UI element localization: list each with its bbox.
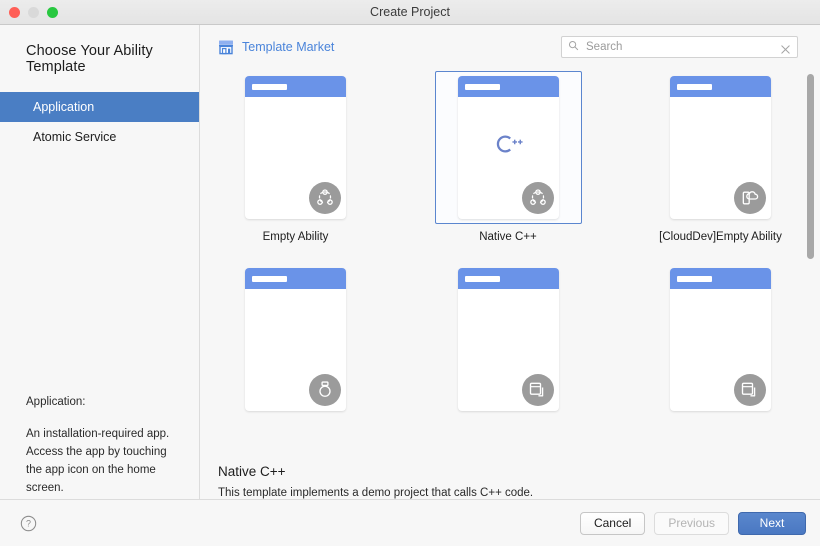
template-card-frame-5[interactable] (435, 263, 582, 416)
dialog-body: Choose Your Ability Template Application… (0, 25, 820, 499)
shop-icon (218, 39, 234, 55)
template-card[interactable] (643, 263, 798, 423)
template-card-label: Native C++ (479, 231, 537, 243)
close-icon[interactable] (780, 42, 791, 54)
thumbnail-title-placeholder (252, 275, 287, 282)
template-card[interactable]: Empty Ability (218, 71, 373, 243)
sidebar-item-application[interactable]: Application (0, 92, 199, 122)
template-card[interactable] (431, 263, 586, 423)
search-icon (568, 38, 579, 56)
template-card-label: Empty Ability (262, 231, 329, 243)
ability-template-sidebar: Choose Your Ability Template Application… (0, 25, 200, 499)
template-detail-description: This template implements a demo project … (218, 487, 534, 499)
template-thumbnail (245, 268, 346, 411)
window-title: Create Project (370, 5, 450, 19)
window-controls (0, 6, 58, 18)
svg-text:?: ? (26, 518, 31, 528)
maximize-button[interactable] (47, 6, 58, 18)
thumbnail-header (245, 76, 346, 97)
template-detail: Native C++ This template implements a de… (200, 458, 820, 499)
thumbnail-header (245, 268, 346, 289)
footer-button-group: Cancel Previous Next (579, 511, 806, 535)
clouddev-icon (734, 182, 766, 214)
thumbnail-title-placeholder (677, 83, 712, 90)
search-box[interactable] (561, 36, 798, 58)
thumbnail-header (457, 268, 559, 289)
sidebar-item-label: Application (33, 100, 95, 114)
ability-icon (309, 182, 341, 214)
thumbnail-title-placeholder (677, 275, 712, 282)
sidebar-description-title: Application: (26, 396, 86, 408)
template-thumbnail (457, 268, 559, 411)
thumbnail-title-placeholder (464, 83, 500, 90)
template-thumbnail (457, 76, 559, 219)
minimize-button[interactable] (28, 6, 39, 18)
search-input[interactable] (584, 40, 780, 54)
sidebar-description-body: An installation-required app. Access the… (26, 428, 170, 494)
thumbnail-header (670, 268, 771, 289)
template-thumbnail (245, 76, 346, 219)
template-card-frame-clouddev-empty-ability[interactable] (647, 71, 794, 224)
title-bar: Create Project (0, 0, 820, 25)
thumbnail-title-placeholder (464, 275, 500, 282)
template-card[interactable]: [CloudDev]Empty Ability (643, 71, 798, 243)
thumbnail-title-placeholder (252, 83, 287, 90)
cpp-logo-icon (458, 132, 559, 161)
thumbnail-header (457, 76, 559, 97)
template-card-frame-native-cpp[interactable] (434, 71, 582, 224)
previous-button: Previous (654, 511, 729, 535)
template-card-frame-4[interactable] (222, 263, 369, 416)
sidebar-item-atomic-service[interactable]: Atomic Service (0, 122, 199, 152)
template-card[interactable]: Native C++ (431, 71, 586, 243)
template-grid: Empty Ability Native C++ [CloudDev]Empty… (200, 69, 820, 423)
multidevice-icon (521, 374, 554, 406)
create-project-window: Create Project Choose Your Ability Templ… (0, 0, 820, 546)
ability-type-list: Application Atomic Service (0, 92, 199, 152)
help-icon[interactable]: ? (20, 515, 37, 532)
template-grid-scrollbar[interactable] (807, 74, 814, 458)
template-market-label: Template Market (242, 40, 335, 54)
template-grid-scroll-area[interactable]: Empty Ability Native C++ [CloudDev]Empty… (200, 69, 820, 458)
template-thumbnail (670, 268, 771, 411)
sidebar-description: Application: An installation-required ap… (26, 393, 185, 497)
sidebar-heading: Choose Your Ability Template (26, 43, 153, 75)
template-market-link[interactable]: Template Market (218, 39, 334, 55)
wearable-icon (309, 374, 341, 406)
sidebar-item-label: Atomic Service (33, 130, 117, 144)
scrollbar-thumb[interactable] (807, 74, 814, 259)
cancel-button[interactable]: Cancel (579, 511, 646, 535)
template-card-label: [CloudDev]Empty Ability (659, 231, 782, 243)
template-browser: Template Market Search Empty Ability Nat… (200, 25, 820, 499)
next-button[interactable]: Next (738, 511, 806, 535)
template-toolbar: Template Market (200, 25, 820, 69)
dialog-footer: ? Cancel Previous Next (0, 499, 820, 546)
template-card[interactable] (218, 263, 373, 423)
ability-icon (521, 182, 554, 214)
template-card-frame-empty-ability[interactable] (222, 71, 369, 224)
template-thumbnail (670, 76, 771, 219)
template-detail-title: Native C++ (218, 464, 286, 479)
template-card-frame-6[interactable] (647, 263, 794, 416)
close-button[interactable] (9, 6, 20, 18)
multidevice-icon (734, 374, 766, 406)
thumbnail-header (670, 76, 771, 97)
